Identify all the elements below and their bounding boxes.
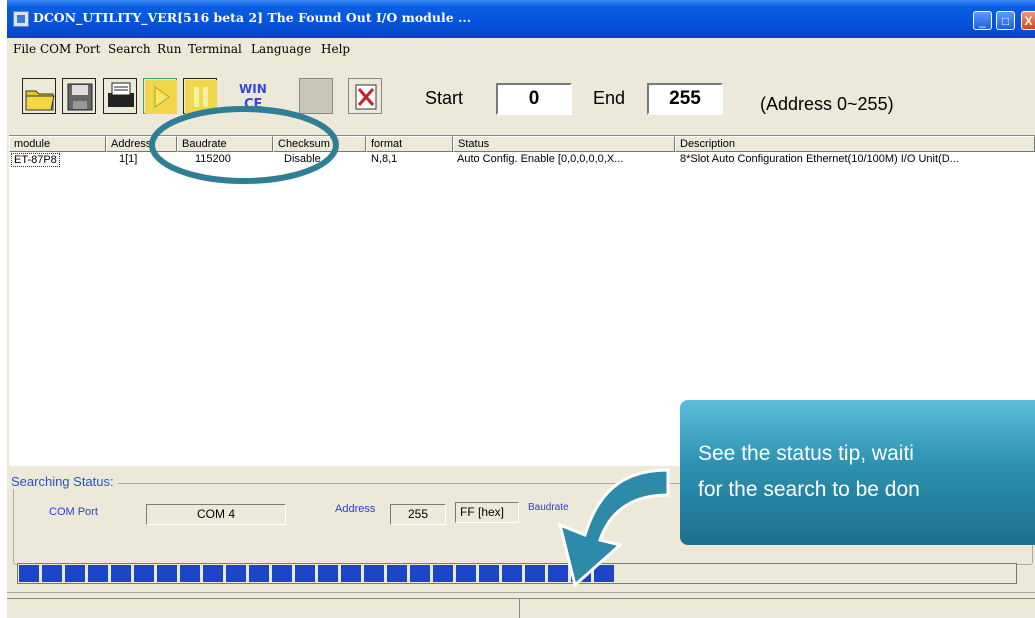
progress-segment: [272, 565, 292, 582]
progress-segment: [479, 565, 499, 582]
col-address[interactable]: Address: [106, 136, 177, 152]
baudrate-status-label: Baudrate: [528, 502, 569, 513]
status-bar-right: [519, 598, 1035, 618]
menu-search[interactable]: Search: [108, 42, 151, 56]
printer-icon[interactable]: [103, 78, 137, 114]
progress-segment: [387, 565, 407, 582]
cell-status: Auto Config. Enable [0,0,0,0,0,X...: [457, 153, 624, 165]
progress-segment: [226, 565, 246, 582]
run-play-icon[interactable]: [143, 78, 177, 114]
searching-status-title: Searching Status:: [11, 474, 118, 489]
progress-segment: [88, 565, 108, 582]
separator: [7, 592, 1035, 593]
menu-help[interactable]: Help: [321, 42, 350, 56]
blank-button[interactable]: [299, 78, 333, 114]
progress-segment: [364, 565, 384, 582]
progress-fill: [19, 565, 618, 582]
progress-segment: [180, 565, 200, 582]
progress-segment: [157, 565, 177, 582]
cell-module: ET-87P8: [11, 153, 60, 167]
col-description[interactable]: Description: [675, 136, 1035, 152]
address-status-value: 255: [390, 504, 446, 525]
svg-text:CE: CE: [244, 97, 262, 112]
address-hex-value: FF [hex]: [455, 502, 519, 523]
cell-format: N,8,1: [371, 153, 398, 165]
close-button[interactable]: X: [1021, 11, 1035, 30]
com-port-label: COM Port: [49, 506, 98, 518]
col-checksum[interactable]: Checksum: [273, 136, 366, 152]
address-range-note: (Address 0~255): [760, 94, 894, 114]
cell-baudrate: 115200: [195, 153, 231, 165]
com-port-value: COM 4: [146, 504, 286, 525]
progress-segment: [525, 565, 545, 582]
toolbar: WIN CE Start 0 End 255 (Address 0~255): [7, 62, 1035, 128]
tip-callout: See the status tip, waiti for the search…: [680, 400, 1035, 545]
callout-text: See the status tip, waiti for the search…: [698, 436, 920, 508]
menu-com-port[interactable]: COM Port: [40, 42, 101, 56]
progress-segment: [341, 565, 361, 582]
cell-address: 1[1]: [119, 153, 138, 165]
progress-segment: [502, 565, 522, 582]
progress-segment: [548, 565, 568, 582]
menu-terminal[interactable]: Terminal: [188, 42, 242, 56]
svg-text:WIN: WIN: [239, 82, 267, 96]
title-bar[interactable]: DCON_UTILITY_VER[516 beta 2] The Found O…: [7, 0, 1035, 38]
disconnect-icon[interactable]: [348, 78, 382, 114]
wince-icon[interactable]: WIN CE: [236, 78, 270, 114]
end-address-input[interactable]: 255: [647, 83, 723, 115]
progress-segment: [65, 565, 85, 582]
pause-icon[interactable]: [183, 78, 217, 114]
progress-segment: [42, 565, 62, 582]
search-progress-bar: [17, 563, 1017, 584]
col-baudrate[interactable]: Baudrate: [177, 136, 273, 152]
progress-segment: [295, 565, 315, 582]
cell-checksum: Disable: [284, 153, 321, 165]
col-status[interactable]: Status: [453, 136, 675, 152]
callout-line-2: for the search to be don: [698, 478, 920, 501]
progress-segment: [318, 565, 338, 582]
progress-segment: [19, 565, 39, 582]
progress-segment: [111, 565, 131, 582]
progress-segment: [571, 565, 591, 582]
end-label: End: [593, 88, 626, 108]
progress-segment: [249, 565, 269, 582]
maximize-button[interactable]: □: [996, 11, 1015, 30]
address-status-label: Address: [335, 503, 376, 515]
window-title: DCON_UTILITY_VER[516 beta 2] The Found O…: [33, 10, 472, 25]
open-folder-icon[interactable]: [22, 78, 56, 114]
progress-segment: [410, 565, 430, 582]
app-icon: [13, 11, 29, 27]
menu-bar: File COM Port Search Run Terminal Langua…: [7, 38, 1035, 61]
menu-language[interactable]: Language: [251, 42, 311, 56]
start-label: Start: [425, 88, 464, 108]
save-disk-icon[interactable]: [62, 78, 96, 114]
start-address-input[interactable]: 0: [496, 83, 572, 115]
cell-description: 8*Slot Auto Configuration Ethernet(10/10…: [680, 153, 959, 165]
progress-segment: [433, 565, 453, 582]
minimize-button[interactable]: _: [973, 11, 992, 30]
progress-segment: [456, 565, 476, 582]
status-bar-left: [7, 598, 519, 618]
menu-file[interactable]: File: [13, 42, 36, 56]
col-module[interactable]: module: [9, 136, 106, 152]
col-format[interactable]: format: [366, 136, 453, 152]
progress-segment: [203, 565, 223, 582]
callout-line-1: See the status tip, waiti: [698, 442, 914, 465]
progress-segment: [134, 565, 154, 582]
progress-segment: [594, 565, 614, 582]
menu-run[interactable]: Run: [157, 42, 182, 56]
